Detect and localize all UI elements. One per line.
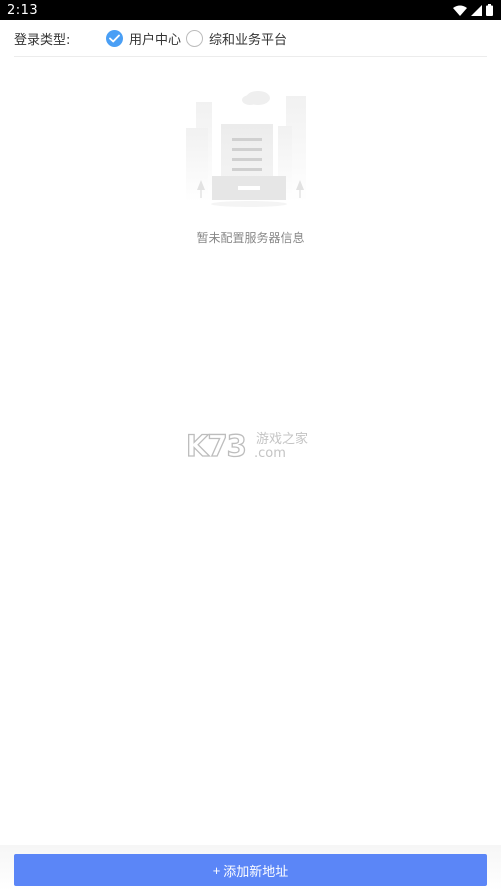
svg-text:游戏之家: 游戏之家 — [256, 431, 308, 447]
k73-watermark-logo: K73 游戏之家 .com — [186, 428, 308, 462]
status-bar: 2:13 — [0, 0, 501, 20]
radio-business-platform-label: 综和业务平台 — [209, 32, 288, 48]
add-address-button[interactable]: + 添加新地址 — [14, 854, 487, 886]
login-type-label: 登录类型: — [14, 33, 71, 48]
login-type-row: 登录类型: 用户中心 综和业务平台 — [0, 20, 501, 56]
battery-icon — [486, 4, 493, 16]
signal-icon — [471, 4, 482, 16]
status-icons — [453, 4, 493, 16]
radio-user-center-label: 用户中心 — [129, 32, 182, 48]
svg-text:.com: .com — [254, 446, 286, 461]
status-time: 2:13 — [7, 2, 39, 18]
radio-checked-icon[interactable] — [106, 29, 123, 47]
svg-text:K73: K73 — [186, 429, 246, 462]
empty-state-message: 暂未配置服务器信息 — [196, 231, 305, 245]
radio-unchecked-icon[interactable] — [186, 29, 203, 47]
radio-user-center[interactable]: 用户中心 — [106, 27, 181, 49]
add-address-label: 添加新地址 — [223, 863, 289, 879]
divider — [14, 56, 487, 57]
plus-icon: + — [212, 862, 221, 878]
empty-document-tray-icon — [186, 91, 306, 207]
radio-business-platform[interactable]: 综和业务平台 — [186, 27, 287, 49]
wifi-icon — [453, 5, 467, 16]
